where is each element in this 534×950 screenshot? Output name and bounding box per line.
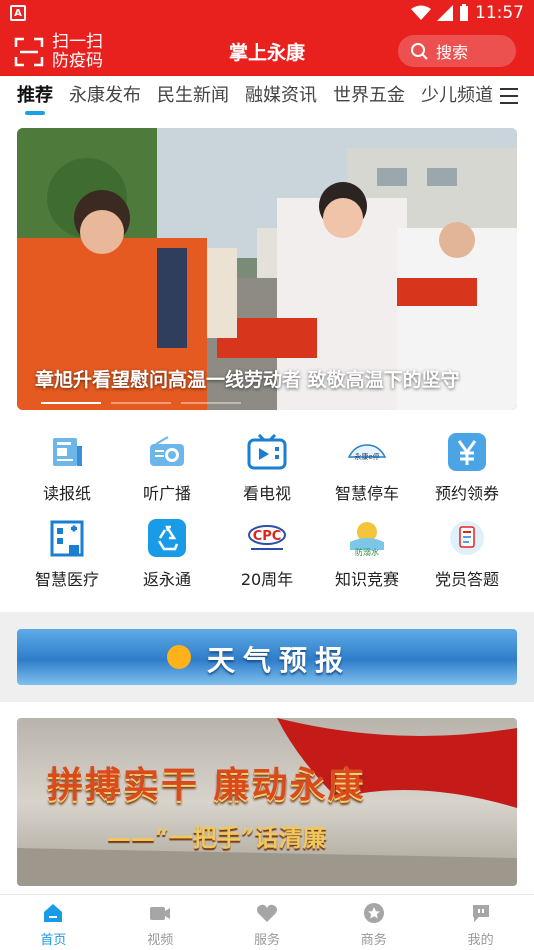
service-label: 看电视	[242, 484, 291, 503]
nav-label: 我的	[467, 933, 494, 948]
app-header: 扫一扫 防疫码 掌上永康 搜索	[0, 26, 534, 76]
weather-forecast-banner[interactable]: 天气预报	[17, 629, 517, 685]
quiz-icon	[450, 521, 484, 555]
service-return-yongkang[interactable]: 返永通	[117, 518, 217, 590]
parking-logo-icon: 永康e停	[347, 444, 387, 461]
promo-subline: ——“一把手”话清廉	[107, 823, 327, 852]
svg-text:防溺水: 防溺水	[355, 547, 379, 557]
search-label: 搜索	[436, 43, 469, 62]
nav-profile[interactable]: 我的	[427, 895, 534, 950]
service-label: 预约领券	[434, 484, 499, 503]
service-radio[interactable]: 听广播	[117, 432, 217, 504]
profile-icon	[472, 905, 489, 922]
radio-icon	[150, 436, 184, 466]
nav-label: 视频	[147, 933, 174, 948]
svg-text:永康e停: 永康e停	[354, 452, 379, 461]
nav-label: 商务	[360, 933, 387, 948]
service-label: 党员答题	[434, 570, 499, 589]
search-button[interactable]: 搜索	[398, 35, 516, 67]
flood-prevention-icon: 防溺水	[350, 522, 384, 557]
service-20th-anniversary[interactable]: CPC 20周年	[217, 518, 317, 590]
sun-icon	[167, 645, 191, 669]
hero-caption: 章旭升看望慰问高温一线劳动者 致敬高温下的坚守	[35, 369, 460, 391]
tab-recommend[interactable]: 推荐	[17, 76, 53, 120]
search-icon	[411, 43, 428, 60]
hospital-icon	[50, 520, 84, 557]
anniversary-logo-icon: CPC	[248, 525, 286, 550]
service-watch-tv[interactable]: 看电视	[217, 432, 317, 504]
tv-icon	[247, 434, 287, 470]
tab-world-hardware[interactable]: 世界五金	[333, 76, 405, 120]
nav-business[interactable]: 商务	[320, 895, 427, 950]
video-icon	[150, 907, 171, 920]
battery-icon	[460, 4, 468, 21]
service-smart-medical[interactable]: 智慧医疗	[17, 518, 117, 590]
service-coupon-booking[interactable]: 预约领券	[417, 432, 517, 504]
signal-icon	[437, 5, 453, 21]
service-knowledge-contest[interactable]: 防溺水 知识竞赛	[317, 518, 417, 590]
service-label: 智慧医疗	[34, 570, 99, 589]
category-tabs: 推荐 永康发布 民生新闻 融媒资讯 世界五金 少儿频道	[0, 76, 534, 120]
service-label: 读报纸	[42, 484, 91, 503]
status-bar: A 11:57	[0, 0, 534, 26]
nav-label: 首页	[40, 933, 67, 948]
service-label: 知识竞赛	[334, 570, 399, 589]
star-icon	[363, 903, 384, 923]
weather-banner-text: 天气预报	[207, 644, 352, 677]
wifi-icon	[411, 5, 431, 20]
home-icon	[44, 904, 63, 922]
carousel-indicator	[41, 402, 241, 404]
integrity-promo-banner[interactable]: 拼搏实干 廉动永康 ——“一把手”话清廉	[17, 718, 517, 886]
clock: 11:57	[475, 3, 524, 23]
promo-headline: 拼搏实干 廉动永康	[47, 764, 366, 806]
bottom-navigation: 首页 视频 服务 商务 我的	[0, 894, 534, 950]
tab-kids-channel[interactable]: 少儿频道	[421, 76, 493, 120]
service-read-newspaper[interactable]: 读报纸	[17, 432, 117, 504]
tab-livelihood-news[interactable]: 民生新闻	[157, 76, 229, 120]
nav-label: 服务	[253, 933, 280, 948]
menu-icon[interactable]	[500, 88, 518, 104]
nav-home[interactable]: 首页	[0, 895, 107, 950]
recycle-icon	[148, 519, 186, 557]
service-label: 返永通	[142, 570, 191, 589]
newspaper-icon	[53, 438, 82, 466]
service-label: 20周年	[240, 570, 294, 589]
hero-carousel[interactable]: 章旭升看望慰问高温一线劳动者 致敬高温下的坚守	[17, 128, 517, 410]
svg-text:CPC: CPC	[253, 529, 282, 544]
service-label: 智慧停车	[334, 484, 399, 503]
service-label: 听广播	[142, 484, 191, 503]
tab-yongkang-release[interactable]: 永康发布	[69, 76, 141, 120]
tab-media-news[interactable]: 融媒资讯	[245, 76, 317, 120]
nav-service[interactable]: 服务	[214, 895, 321, 950]
app-notification-icon: A	[10, 5, 26, 21]
nav-video[interactable]: 视频	[107, 895, 214, 950]
heart-icon	[256, 904, 277, 922]
service-party-quiz[interactable]: 党员答题	[417, 518, 517, 590]
service-grid: 读报纸 听广播 看电视 永康e停 智慧停车 预约领券 智慧医疗 返永通 CPC …	[17, 432, 517, 590]
yen-coupon-icon	[448, 433, 486, 471]
service-smart-parking[interactable]: 永康e停 智慧停车	[317, 432, 417, 504]
